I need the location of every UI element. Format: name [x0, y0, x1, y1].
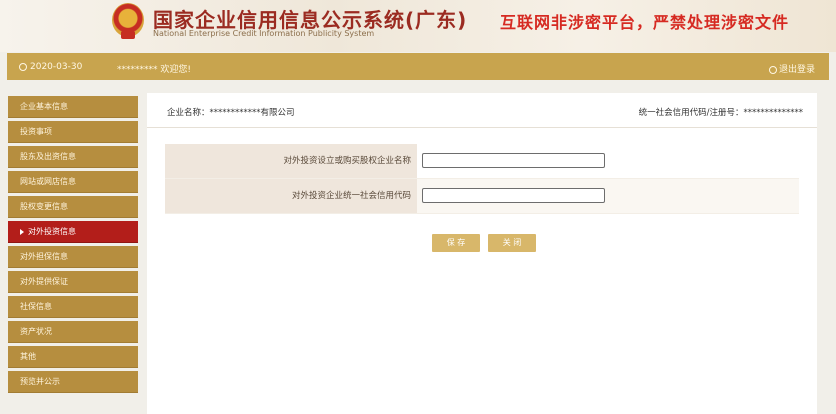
save-button[interactable]: 保 存: [432, 234, 480, 252]
sidebar-item-outbound-investment[interactable]: 对外投资信息: [8, 221, 138, 243]
welcome-message: ********* 欢迎您!: [117, 65, 191, 75]
sidebar-item-other[interactable]: 其他: [8, 346, 138, 368]
clock-icon: [19, 62, 27, 71]
site-subtitle: National Enterprise Credit Information P…: [153, 29, 375, 38]
company-info-row: 企业名称：************有限公司 统一社会信用代码/注册号：*****…: [147, 93, 817, 128]
sidebar-item-assets[interactable]: 资产状况: [8, 321, 138, 343]
form-row-enterprise-name: 对外投资设立或购买股权企业名称: [165, 144, 799, 179]
credit-label: 统一社会信用代码/注册号：: [638, 108, 744, 118]
sidebar-item-preview-publish[interactable]: 预览并公示: [8, 371, 138, 393]
main-panel: 企业名称：************有限公司 统一社会信用代码/注册号：*****…: [147, 93, 817, 414]
sidebar-item-warranty[interactable]: 对外提供保证: [8, 271, 138, 293]
credit-code: 统一社会信用代码/注册号：**************: [639, 106, 803, 118]
sidebar-menu: 企业基本信息 投资事项 股东及出资信息 网站或网店信息 股权变更信息 对外投资信…: [8, 96, 138, 396]
sidebar-item-basic-info[interactable]: 企业基本信息: [8, 96, 138, 118]
date-text: 2020-03-30: [30, 62, 83, 72]
power-icon: [768, 65, 777, 74]
form-row-credit-code: 对外投资企业统一社会信用代码: [165, 179, 799, 214]
site-header: 国家企业信用信息公示系统(广东) National Enterprise Cre…: [0, 0, 836, 52]
logout-link[interactable]: 退出登录: [768, 62, 815, 75]
credit-code-input[interactable]: [422, 188, 605, 203]
sidebar-item-guarantee[interactable]: 对外担保信息: [8, 246, 138, 268]
form-buttons: 保 存关 闭: [432, 230, 544, 252]
sidebar-item-shareholders[interactable]: 股东及出资信息: [8, 146, 138, 168]
sidebar-item-label: 对外投资信息: [28, 227, 76, 236]
date-display: 2020-03-30: [19, 62, 82, 72]
security-warning: 互联网非涉密平台，严禁处理涉密文件: [500, 13, 790, 32]
company-name: 企业名称：************有限公司: [167, 106, 295, 118]
national-emblem-logo: [112, 3, 144, 39]
sidebar-item-investment-matters[interactable]: 投资事项: [8, 121, 138, 143]
close-button[interactable]: 关 闭: [488, 234, 536, 252]
credit-value: **************: [743, 108, 804, 118]
active-arrow-icon: [20, 228, 24, 235]
enterprise-name-label: 对外投资设立或购买股权企业名称: [165, 144, 417, 178]
sidebar-item-equity-change[interactable]: 股权变更信息: [8, 196, 138, 218]
top-bar: 2020-03-30 ********* 欢迎您! 退出登录: [7, 53, 829, 80]
company-value: ************有限公司: [209, 108, 295, 118]
sidebar-item-website[interactable]: 网站或网店信息: [8, 171, 138, 193]
sidebar-item-social-security[interactable]: 社保信息: [8, 296, 138, 318]
credit-code-label: 对外投资企业统一社会信用代码: [165, 179, 417, 213]
logout-label: 退出登录: [778, 65, 815, 75]
investment-form: 对外投资设立或购买股权企业名称 对外投资企业统一社会信用代码: [165, 144, 799, 216]
company-label: 企业名称：: [167, 108, 210, 118]
enterprise-name-input[interactable]: [422, 153, 605, 168]
